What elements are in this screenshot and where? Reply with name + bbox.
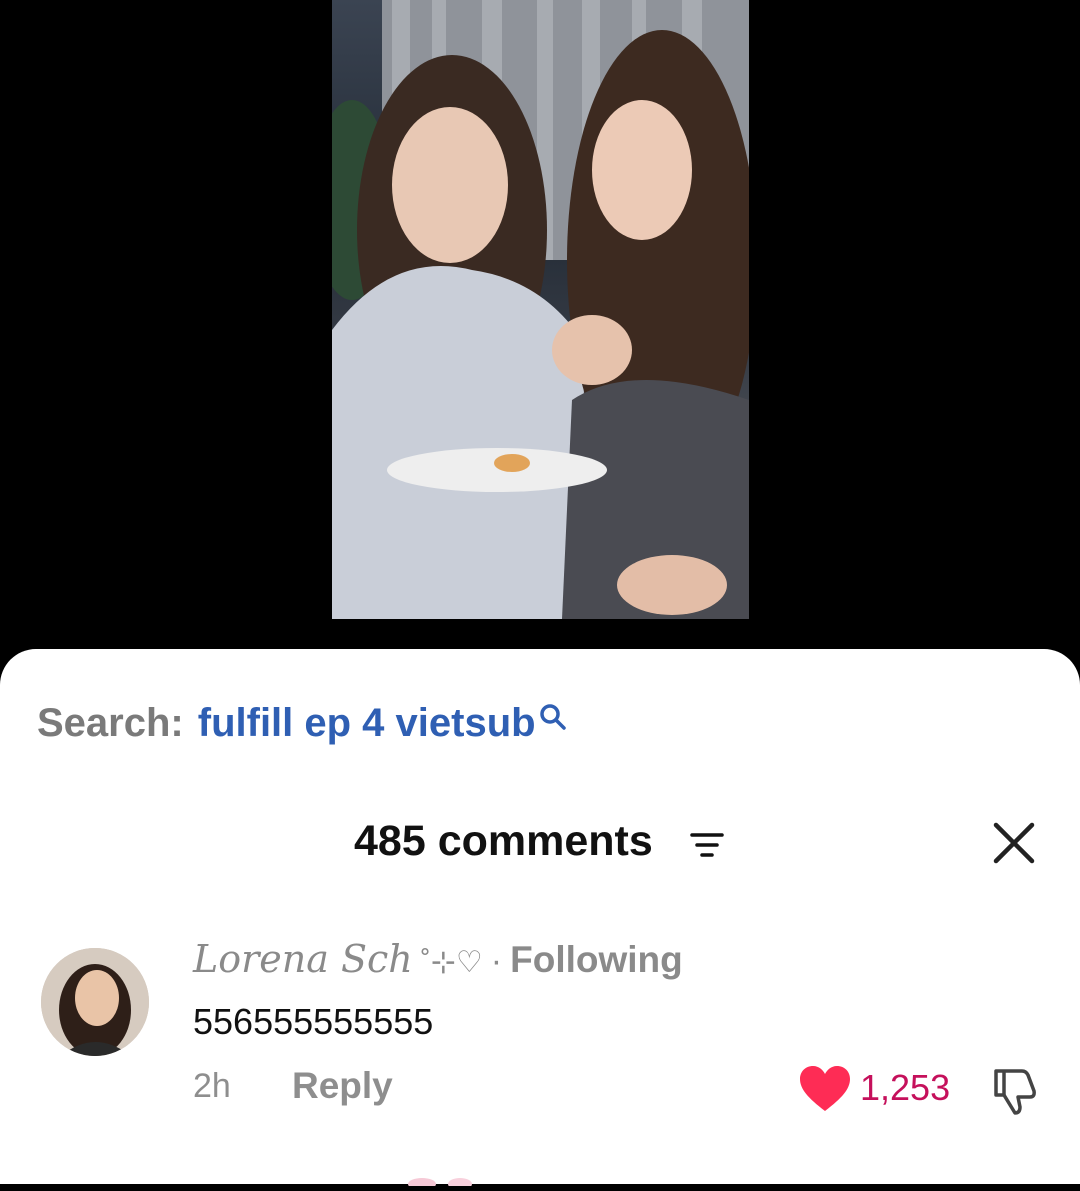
reply-button[interactable]: Reply <box>292 1065 393 1107</box>
search-query-link[interactable]: fulfill ep 4 vietsub <box>198 701 536 745</box>
comments-sheet: Search: fulfill ep 4 vietsub 485 comments <box>0 649 1080 1190</box>
comment-author-row: Lorena Sch ˚⊹♡ · Following <box>193 937 683 982</box>
dislike-icon[interactable] <box>988 1065 1040 1122</box>
username-decoration: ˚⊹♡ <box>420 946 483 979</box>
search-label: Search: <box>37 701 184 745</box>
next-comment-decoration-peek <box>402 1173 482 1191</box>
video-area[interactable] <box>0 0 1080 650</box>
following-label: Following <box>510 939 683 980</box>
separator-dot: · <box>490 942 503 980</box>
like-count: 1,253 <box>860 1067 951 1108</box>
comment-time: 2h <box>193 1067 231 1105</box>
video-thumbnail[interactable] <box>332 0 749 619</box>
heart-icon[interactable] <box>798 1065 852 1118</box>
comment-text: 556555555555 <box>193 1001 434 1042</box>
search-icon[interactable] <box>538 697 568 742</box>
comments-count-title: 485 comments <box>354 817 653 865</box>
comment-item: Lorena Sch ˚⊹♡ · Following 556555555555 2h … <box>0 937 1080 1137</box>
sort-icon[interactable] <box>690 831 724 864</box>
comments-header: 485 comments <box>0 817 1080 873</box>
search-suggestion[interactable]: Search: fulfill ep 4 vietsub <box>37 701 568 746</box>
comment-username[interactable]: Lorena Sch <box>193 937 413 981</box>
close-icon[interactable] <box>992 821 1036 870</box>
video-illustration <box>332 0 749 619</box>
avatar[interactable] <box>41 948 149 1056</box>
